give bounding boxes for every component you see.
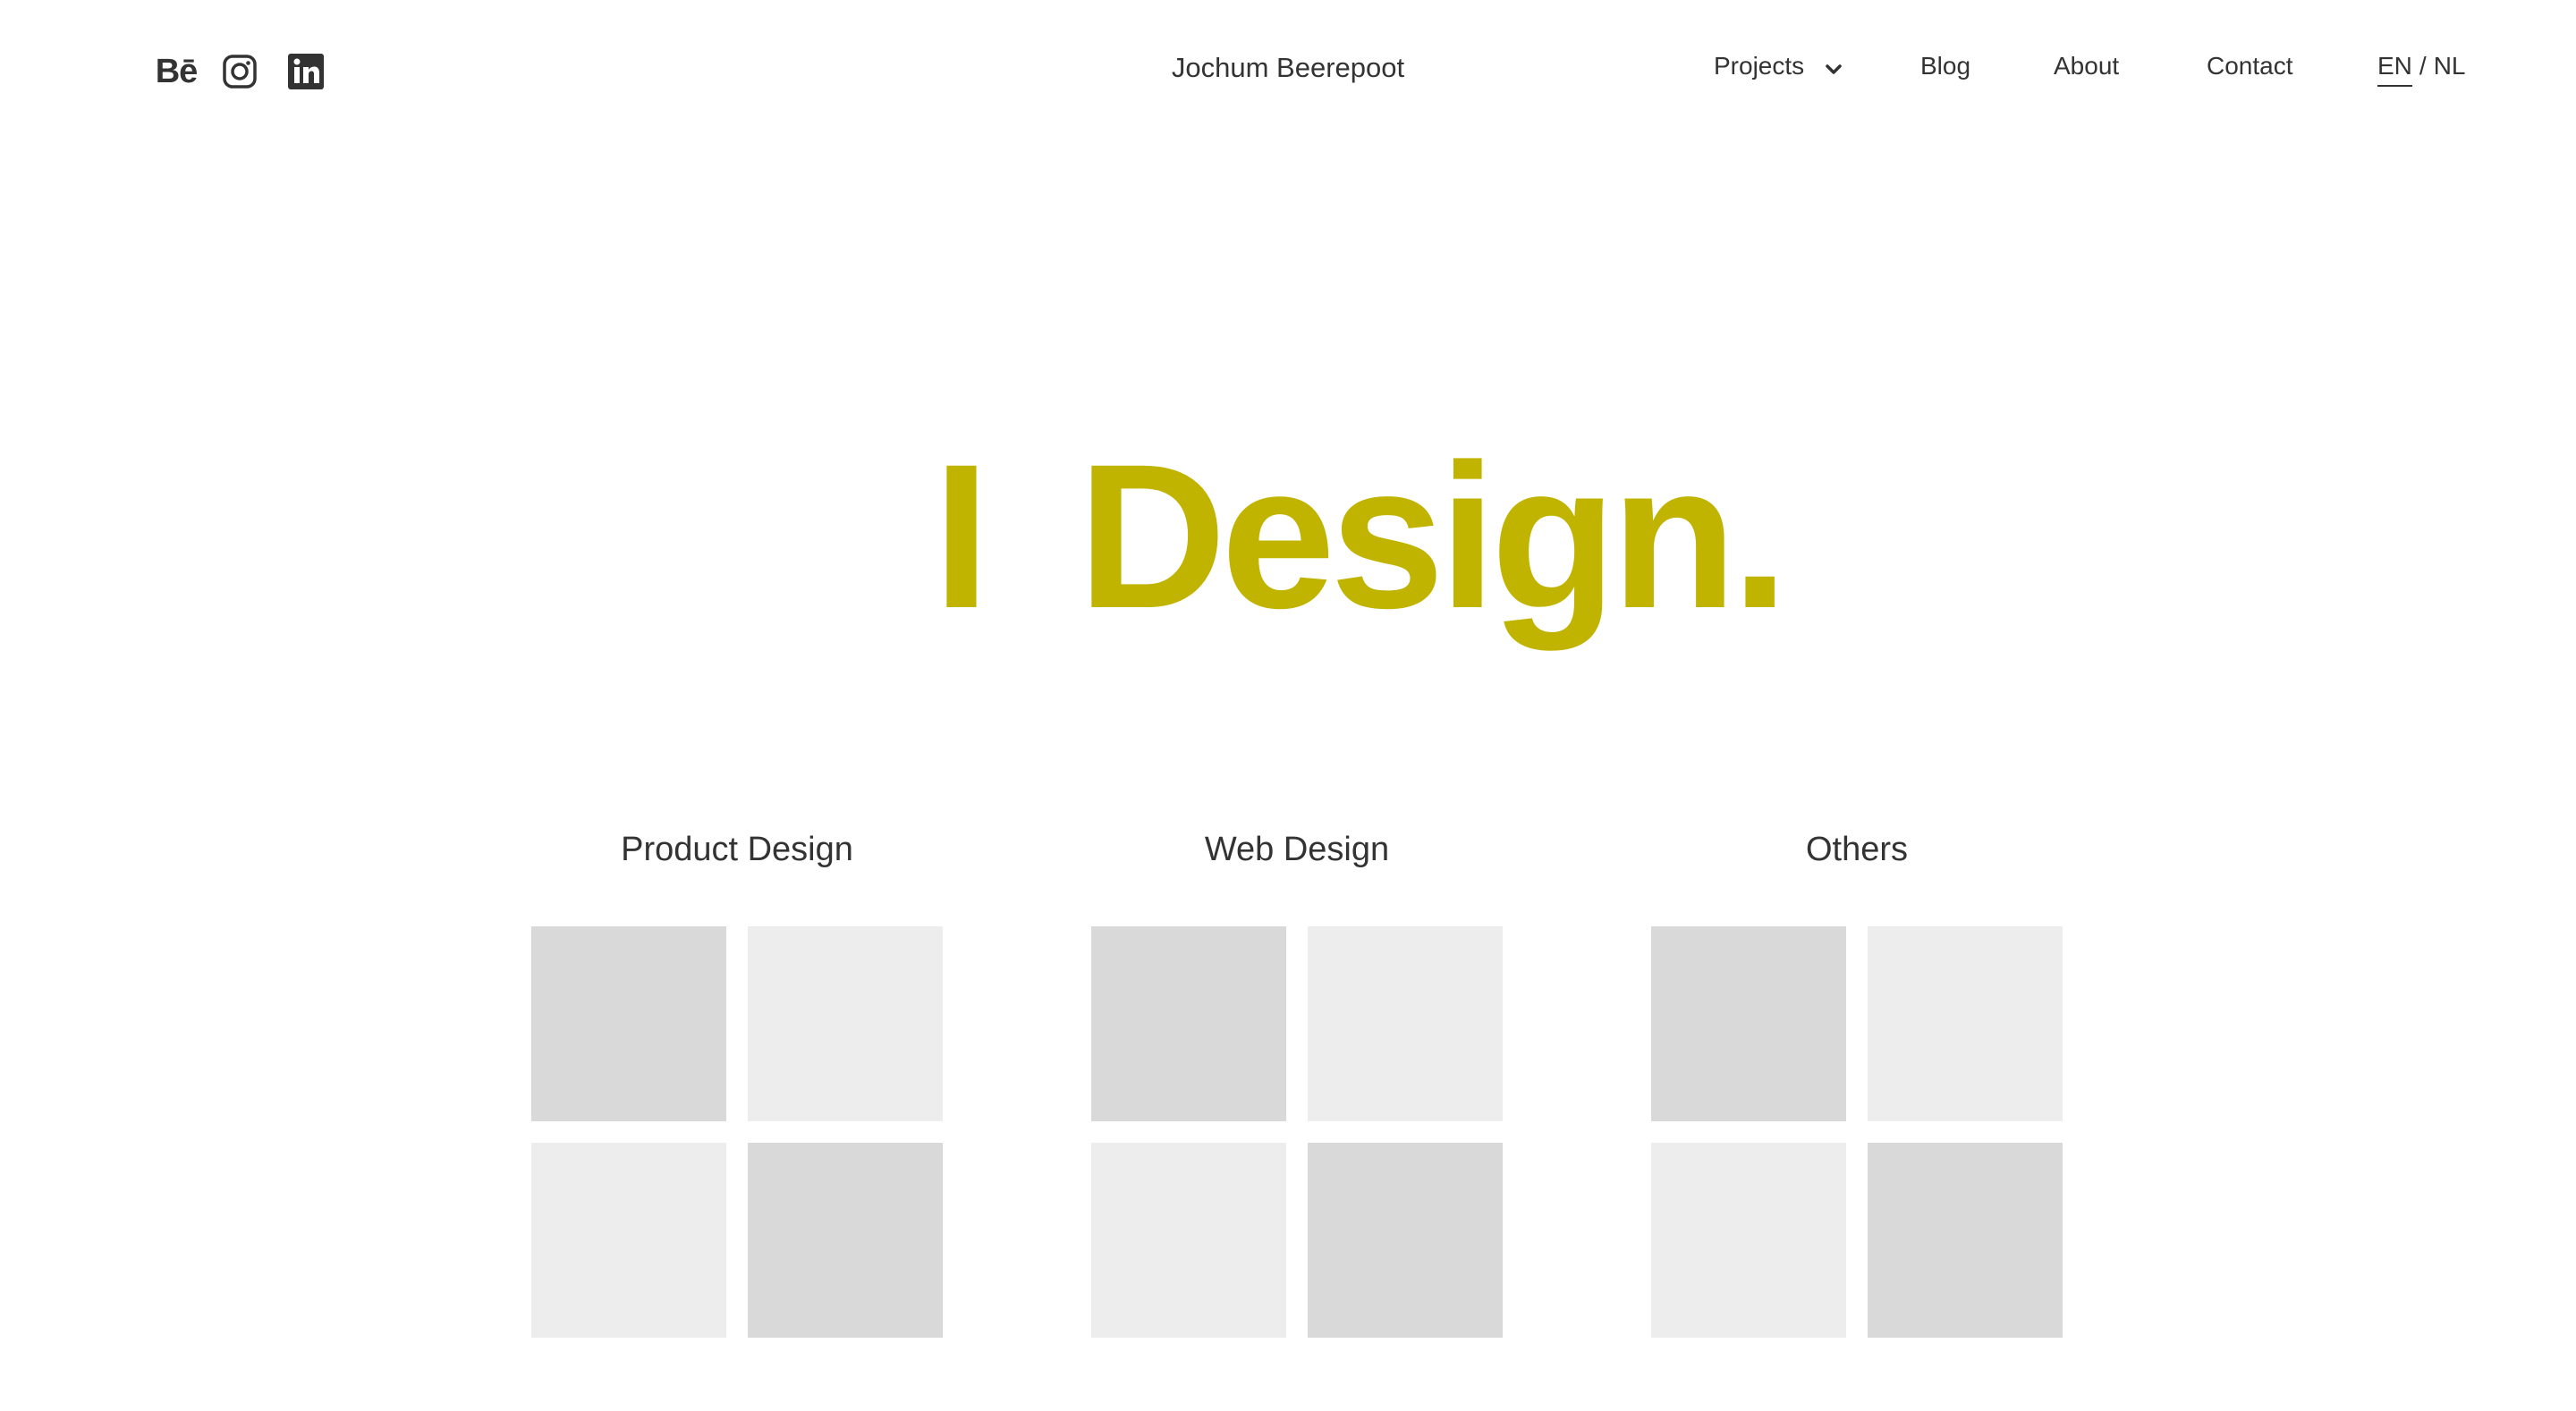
- project-grid: [531, 926, 943, 1338]
- hero: I Design.: [0, 420, 2576, 653]
- chevron-down-icon: [1824, 57, 1843, 77]
- project-tile[interactable]: [748, 926, 943, 1121]
- project-tile[interactable]: [1308, 1143, 1503, 1338]
- language-separator: /: [2419, 52, 2427, 80]
- project-tile[interactable]: [1091, 926, 1286, 1121]
- nav-about[interactable]: About: [2054, 52, 2119, 80]
- category-web-design: Web Design: [1091, 823, 1503, 1338]
- category-title[interactable]: Others: [1651, 823, 2063, 876]
- nav-projects-label: Projects: [1714, 52, 1805, 80]
- category-product-design: Product Design: [531, 823, 943, 1338]
- social-links: Bē: [152, 50, 324, 93]
- behance-icon[interactable]: Bē: [152, 50, 200, 93]
- project-tile[interactable]: [1868, 926, 2063, 1121]
- site-header: Bē Jochum Beerepoot Projects Blog About …: [0, 0, 2576, 143]
- hero-headline: Design.: [1078, 421, 1789, 651]
- nav-projects[interactable]: Projects: [1714, 52, 1843, 80]
- instagram-icon[interactable]: [222, 54, 258, 89]
- nav-contact[interactable]: Contact: [2207, 52, 2293, 80]
- main-nav: Projects Blog About Contact EN / NL: [1699, 52, 2465, 88]
- nav-blog[interactable]: Blog: [1920, 52, 1970, 80]
- project-tile[interactable]: [531, 1143, 726, 1338]
- site-name[interactable]: Jochum Beerepoot: [1172, 52, 1404, 83]
- project-tile[interactable]: [1868, 1143, 2063, 1338]
- language-en[interactable]: EN: [2377, 52, 2412, 87]
- language-nl[interactable]: NL: [2434, 52, 2466, 80]
- project-tile[interactable]: [1091, 1143, 1286, 1338]
- category-others: Others: [1651, 823, 2063, 1338]
- linkedin-icon[interactable]: [288, 54, 324, 89]
- project-tile[interactable]: [531, 926, 726, 1121]
- project-tile[interactable]: [1308, 926, 1503, 1121]
- language-switcher: EN / NL: [2377, 52, 2466, 87]
- project-tile[interactable]: [748, 1143, 943, 1338]
- project-tile[interactable]: [1651, 926, 1846, 1121]
- category-title[interactable]: Product Design: [531, 823, 943, 876]
- project-tile[interactable]: [1651, 1143, 1846, 1338]
- project-grid: [1651, 926, 2063, 1338]
- hero-subject: I: [933, 421, 990, 651]
- project-grid: [1091, 926, 1503, 1338]
- category-title[interactable]: Web Design: [1091, 823, 1503, 876]
